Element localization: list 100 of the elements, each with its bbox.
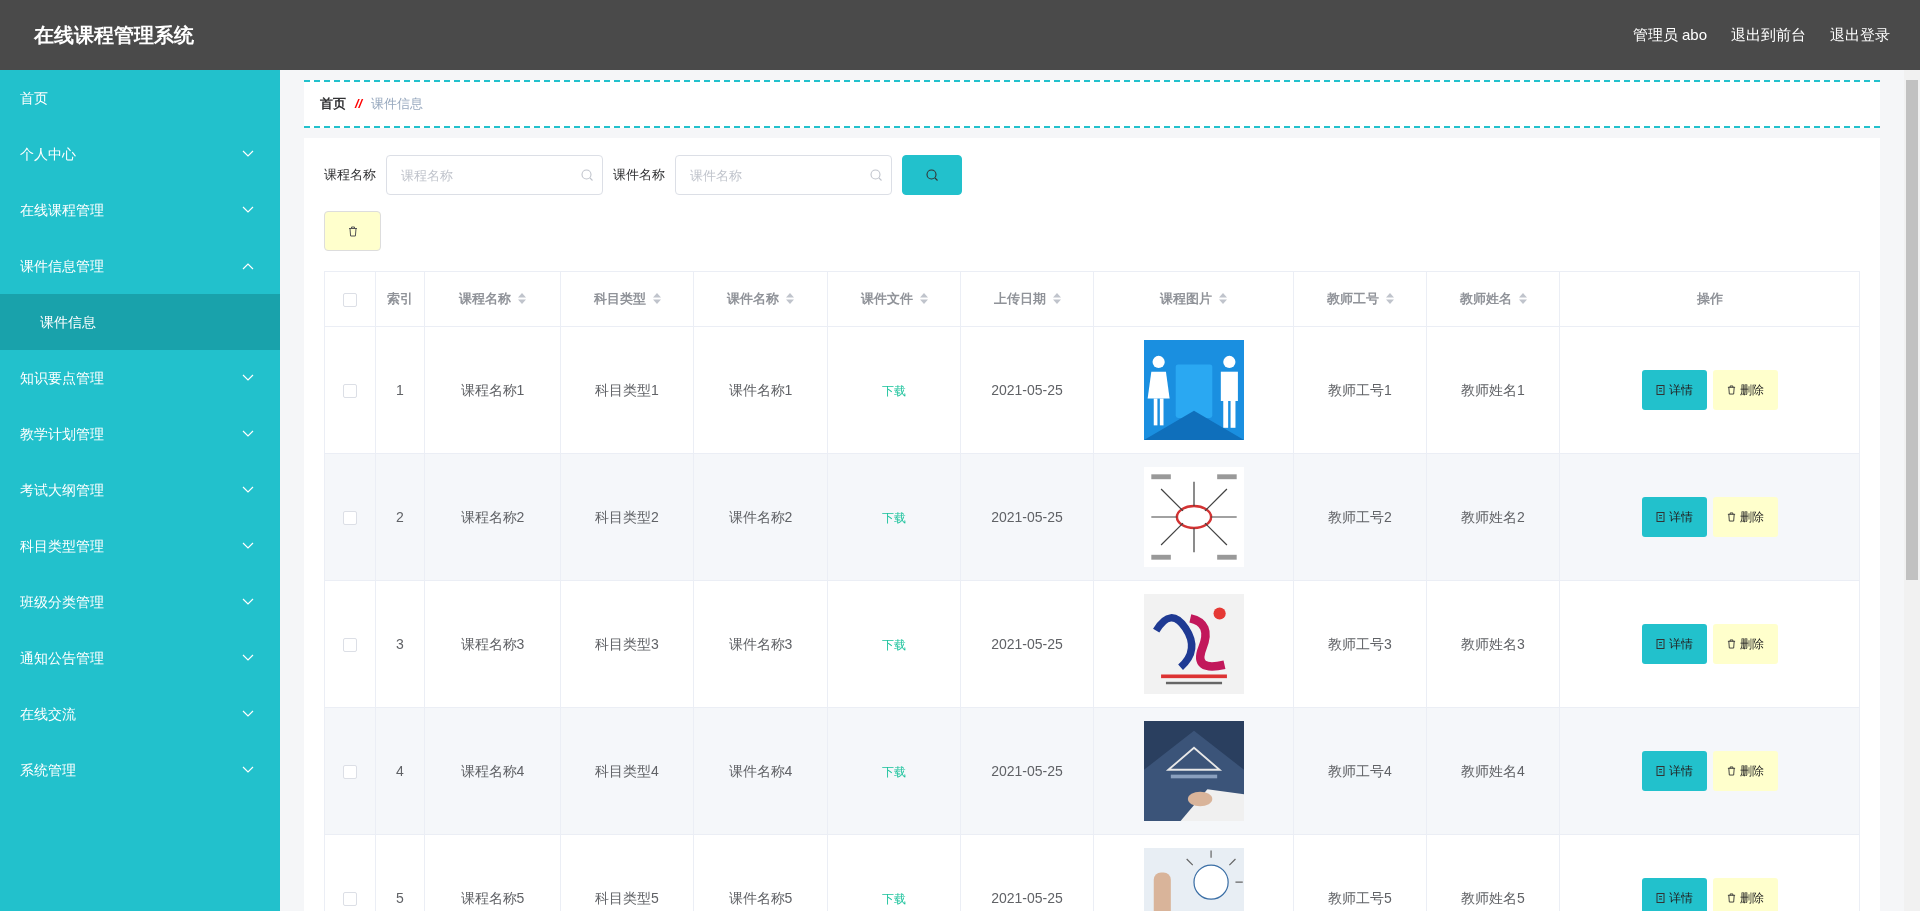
delete-button[interactable]: 删除	[1712, 878, 1778, 911]
download-link[interactable]: 下载	[882, 383, 906, 398]
sidebar-item[interactable]: 在线课程管理	[0, 182, 280, 238]
column-header[interactable]: 上传日期	[993, 291, 1046, 307]
sidebar-item[interactable]: 考试大纲管理	[0, 462, 280, 518]
delete-button[interactable]: 删除	[1712, 370, 1778, 410]
checkbox[interactable]	[343, 764, 357, 779]
details-button[interactable]: 详情	[1641, 878, 1707, 911]
breadcrumb-link[interactable]: 首页	[320, 94, 346, 114]
sort-icon[interactable]	[1385, 293, 1394, 305]
sort-icon[interactable]	[652, 293, 661, 305]
checkbox[interactable]	[343, 891, 357, 906]
breadcrumb-separator: //	[355, 95, 363, 114]
checkbox[interactable]	[343, 510, 357, 525]
table-cell: 课程名称3	[460, 635, 525, 652]
sort-icon[interactable]	[1518, 293, 1527, 305]
header-link[interactable]: 退出登录	[1830, 23, 1890, 47]
download-link[interactable]: 下载	[882, 510, 906, 525]
table-cell: 2021-05-25	[991, 762, 1063, 779]
delete-button[interactable]: 删除	[1712, 624, 1778, 664]
document-icon	[1655, 893, 1665, 903]
sort-icon[interactable]	[919, 293, 928, 305]
sidebar-item[interactable]: 首页	[0, 70, 280, 126]
table-cell: 教师姓名4	[1461, 762, 1525, 779]
sidebar-item[interactable]: 科目类型管理	[0, 518, 280, 574]
details-button[interactable]: 详情	[1641, 497, 1707, 537]
header-link[interactable]: 管理员 abo	[1632, 23, 1707, 47]
table-cell: 教师姓名2	[1461, 508, 1525, 525]
sidebar-subitem[interactable]: 课件信息	[0, 294, 280, 350]
scrollbar[interactable]	[1904, 70, 1920, 911]
chevron-up-icon	[242, 262, 254, 270]
table-cell: 教师姓名3	[1461, 635, 1525, 652]
sidebar-item[interactable]: 通知公告管理	[0, 630, 280, 686]
column-header[interactable]: 课程名称	[459, 291, 511, 307]
sidebar-item[interactable]: 在线交流	[0, 686, 280, 742]
sidebar-item[interactable]: 系统管理	[0, 742, 280, 798]
column-header[interactable]: 课件文件	[860, 291, 913, 307]
table-cell: 2021-05-25	[991, 889, 1063, 906]
checkbox[interactable]	[343, 637, 357, 652]
table-cell: 4	[396, 762, 404, 779]
sort-icon[interactable]	[786, 293, 794, 305]
breadcrumb-current: 课件信息	[371, 95, 424, 114]
delete-button[interactable]	[324, 211, 381, 251]
table-cell: 1	[396, 381, 404, 398]
chevron-down-icon	[242, 150, 254, 158]
details-button[interactable]: 详情	[1641, 624, 1707, 664]
column-header[interactable]: 课件名称	[727, 291, 779, 307]
table-cell: 2021-05-25	[991, 635, 1063, 652]
table-cell: 2	[396, 508, 404, 525]
checkbox[interactable]	[343, 292, 357, 307]
download-link[interactable]: 下载	[882, 764, 906, 779]
checkbox[interactable]	[343, 383, 357, 398]
column-header[interactable]: 科目类型	[593, 291, 646, 307]
sidebar-item[interactable]: 知识要点管理	[0, 350, 280, 406]
table-cell: 教师姓名5	[1461, 889, 1525, 906]
sidebar-item[interactable]: 班级分类管理	[0, 574, 280, 630]
details-button[interactable]: 详情	[1641, 751, 1707, 791]
table-cell: 科目类型5	[595, 889, 659, 906]
sort-icon[interactable]	[518, 293, 526, 305]
table-cell: 课程名称1	[460, 381, 525, 398]
table-cell: 课件名称3	[728, 635, 793, 652]
column-header: 操作	[1696, 291, 1723, 307]
column-header: 索引	[387, 291, 413, 307]
header-link[interactable]: 退出到前台	[1731, 23, 1806, 47]
table-cell: 教师姓名1	[1461, 381, 1525, 398]
table-cell: 科目类型4	[595, 762, 659, 779]
app-title: 在线课程管理系统	[34, 23, 194, 48]
chevron-down-icon	[242, 374, 254, 382]
search-field[interactable]: 课件名称	[675, 155, 892, 195]
search-icon	[581, 169, 593, 181]
search-field[interactable]: 课程名称	[386, 155, 603, 195]
sidebar-item[interactable]: 课件信息管理	[0, 238, 280, 294]
download-link[interactable]: 下载	[882, 637, 906, 652]
table-cell: 教师工号2	[1328, 508, 1392, 525]
sidebar-item[interactable]: 个人中心	[0, 126, 280, 182]
table-cell: 2021-05-25	[991, 381, 1063, 398]
table-cell: 教师工号4	[1328, 762, 1392, 779]
search-icon	[870, 169, 882, 181]
column-header[interactable]: 课程图片	[1160, 291, 1212, 307]
sort-icon[interactable]	[1052, 293, 1061, 305]
delete-button[interactable]: 删除	[1712, 751, 1778, 791]
sidebar-item[interactable]: 教学计划管理	[0, 406, 280, 462]
table-cell: 课件名称2	[728, 508, 793, 525]
table-cell: 教师工号3	[1328, 635, 1392, 652]
table-cell: 科目类型2	[595, 508, 659, 525]
document-icon	[1655, 512, 1665, 522]
column-header[interactable]: 教师姓名	[1459, 291, 1512, 307]
details-button[interactable]: 详情	[1641, 370, 1707, 410]
table-cell: 科目类型1	[595, 381, 659, 398]
chevron-down-icon	[242, 766, 254, 774]
table-cell: 课程名称4	[460, 762, 525, 779]
column-header[interactable]: 教师工号	[1326, 291, 1379, 307]
table-cell: 5	[396, 889, 404, 906]
sort-icon[interactable]	[1219, 293, 1227, 305]
search-icon	[926, 169, 938, 181]
chevron-down-icon	[242, 430, 254, 438]
delete-button[interactable]: 删除	[1712, 497, 1778, 537]
download-link[interactable]: 下载	[882, 891, 906, 906]
search-button[interactable]	[902, 155, 962, 195]
trash-icon	[1726, 639, 1736, 649]
